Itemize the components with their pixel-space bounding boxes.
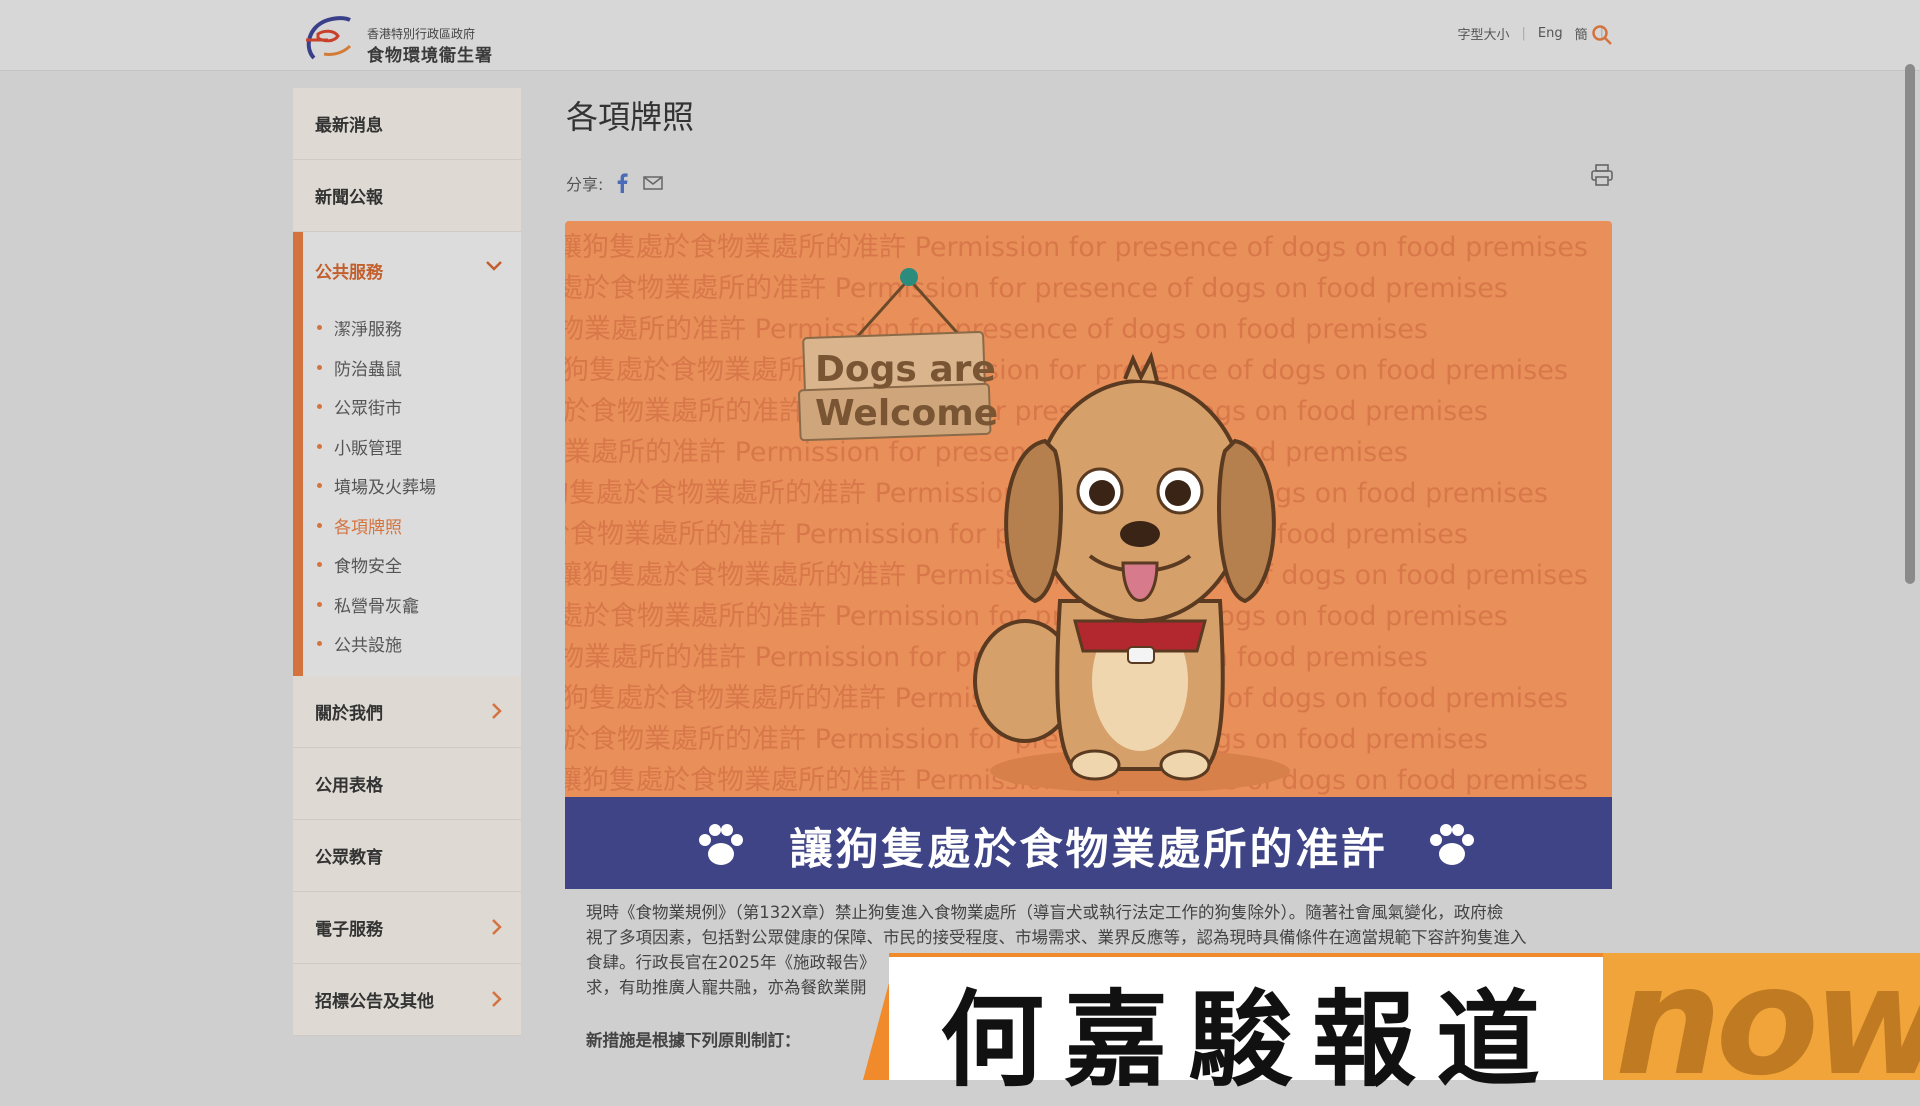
print-icon[interactable]: [1590, 163, 1614, 187]
dog-illustration: [973, 351, 1290, 791]
paw-icon: [1430, 824, 1474, 865]
submenu-item-label: 食物安全: [334, 557, 402, 578]
sidebar-item-label: 最新消息: [315, 116, 383, 136]
share-bar: 分享:: [566, 171, 664, 195]
logo-line2: 食物環境衞生署: [367, 46, 493, 66]
now-logo-text: now: [1615, 953, 1920, 1080]
body-line: 現時《食物業規例》（第132X章）禁止狗隻進入食物業處所（導盲犬或執行法定工作的…: [586, 903, 1504, 922]
bullet-icon: [317, 562, 322, 568]
search-icon[interactable]: [1591, 24, 1613, 46]
simplified-chinese-link[interactable]: 簡: [1575, 24, 1588, 43]
submenu-item-cleansing[interactable]: 潔淨服務: [317, 308, 521, 348]
sidebar-item-public-services[interactable]: 公共服務: [303, 232, 521, 308]
submenu-item-cemeteries[interactable]: 墳場及火葬場: [317, 466, 521, 506]
submenu-item-label: 私營骨灰龕: [334, 596, 419, 617]
bullet-icon: [317, 364, 322, 370]
share-label: 分享:: [566, 175, 604, 194]
banner-watermark-text: 讓狗隻處於食物業處所的准許 Permission for presence of…: [565, 273, 1508, 304]
bullet-icon: [317, 641, 322, 647]
sidebar-section-public-services: 公共服務 潔淨服務 防治蟲鼠 公眾街市 小販管理 墳場及火葬場 各項牌照 食物安…: [293, 232, 521, 676]
sidebar-item-public-education[interactable]: 公眾教育: [293, 819, 521, 892]
fehd-logo-icon: [306, 16, 352, 60]
sidebar-item-label: 電子服務: [315, 919, 383, 940]
principles-heading: 新措施是根據下列原則制訂：: [586, 1031, 801, 1050]
submenu-item-licences[interactable]: 各項牌照: [317, 506, 521, 546]
banner-watermark-text: 讓狗隻處於食物業處所的准許 Permission for presence of…: [565, 232, 1588, 263]
scrollbar[interactable]: [1905, 64, 1915, 584]
page-title: 各項牌照: [566, 98, 695, 136]
bullet-icon: [317, 325, 322, 331]
promo-banner-image: 讓狗隻處於食物業處所的准許 Permission for presence of…: [565, 221, 1612, 797]
submenu-item-label: 墳場及火葬場: [334, 478, 436, 499]
submenu-item-label: 公共設施: [334, 636, 402, 657]
sidebar-item-tenders[interactable]: 招標公告及其他: [293, 963, 521, 1036]
submenu-item-label: 潔淨服務: [334, 320, 402, 341]
submenu-item-pest-control[interactable]: 防治蟲鼠: [317, 348, 521, 388]
submenu-item-food-safety[interactable]: 食物安全: [317, 545, 521, 585]
sidebar-item-label: 公用表格: [315, 775, 383, 796]
sidebar-item-latest-news[interactable]: 最新消息: [293, 88, 521, 160]
submenu: 潔淨服務 防治蟲鼠 公眾街市 小販管理 墳場及火葬場 各項牌照 食物安全 私營骨…: [303, 308, 521, 664]
submenu-item-columbaria[interactable]: 私營骨灰龕: [317, 585, 521, 625]
sidebar-item-press-releases[interactable]: 新聞公報: [293, 160, 521, 232]
sidebar-item-e-services[interactable]: 電子服務: [293, 891, 521, 964]
sidebar-item-label: 公共服務: [315, 262, 383, 283]
chevron-right-icon: [492, 990, 502, 1007]
top-nav: 字型大小 | Eng 簡 |: [1451, 24, 1610, 43]
sidebar-item-about-us[interactable]: 關於我們: [293, 675, 521, 748]
chevron-right-icon: [492, 918, 502, 935]
bullet-icon: [317, 404, 322, 410]
email-icon[interactable]: [643, 176, 664, 190]
sidebar-item-label: 公眾教育: [315, 847, 383, 868]
chevron-down-icon: [486, 261, 502, 271]
font-size-link[interactable]: 字型大小: [1457, 24, 1509, 43]
reporter-caption: 何嘉駿報道: [940, 979, 1561, 1101]
logo-line1: 香港特別行政區政府: [367, 27, 476, 41]
facebook-icon[interactable]: [615, 173, 629, 193]
fehd-logo[interactable]: 香港特別行政區政府 食物環境衞生署: [294, 8, 514, 66]
site-header: 香港特別行政區政府 食物環境衞生署 字型大小 | Eng 簡 |: [0, 0, 1920, 71]
submenu-item-label: 小販管理: [334, 438, 402, 459]
submenu-item-hawker[interactable]: 小販管理: [317, 427, 521, 467]
sidebar-item-label: 新聞公報: [315, 188, 383, 208]
now-channel-logo: now: [1603, 953, 1920, 1080]
submenu-item-label: 公眾街市: [334, 399, 402, 420]
bullet-icon: [317, 483, 322, 489]
sidebar-nav: 最新消息 新聞公報 公共服務 潔淨服務 防治蟲鼠 公眾街市 小販管理 墳場及火葬…: [293, 88, 521, 1088]
divider: |: [1521, 26, 1526, 41]
banner-watermark-text: 讓狗隻處於食物業處所的准許 Permission for presence of…: [565, 314, 1428, 345]
chevron-right-icon: [492, 702, 502, 719]
sidebar-item-forms[interactable]: 公用表格: [293, 747, 521, 820]
submenu-item-label: 防治蟲鼠: [334, 359, 402, 380]
sidebar-item-label: 關於我們: [315, 703, 383, 724]
bullet-icon: [317, 601, 322, 607]
submenu-item-label: 各項牌照: [334, 517, 402, 538]
bullet-icon: [317, 443, 322, 449]
body-line: 視了多項因素，包括對公眾健康的保障、市民的接受程度、市場需求、業界反應等，認為現…: [586, 928, 1527, 947]
bullet-icon: [317, 522, 322, 528]
submenu-item-public-markets[interactable]: 公眾街市: [317, 387, 521, 427]
english-link[interactable]: Eng: [1538, 26, 1563, 41]
sidebar-item-label: 招標公告及其他: [315, 991, 434, 1012]
submenu-item-public-facilities[interactable]: 公共設施: [317, 624, 521, 664]
